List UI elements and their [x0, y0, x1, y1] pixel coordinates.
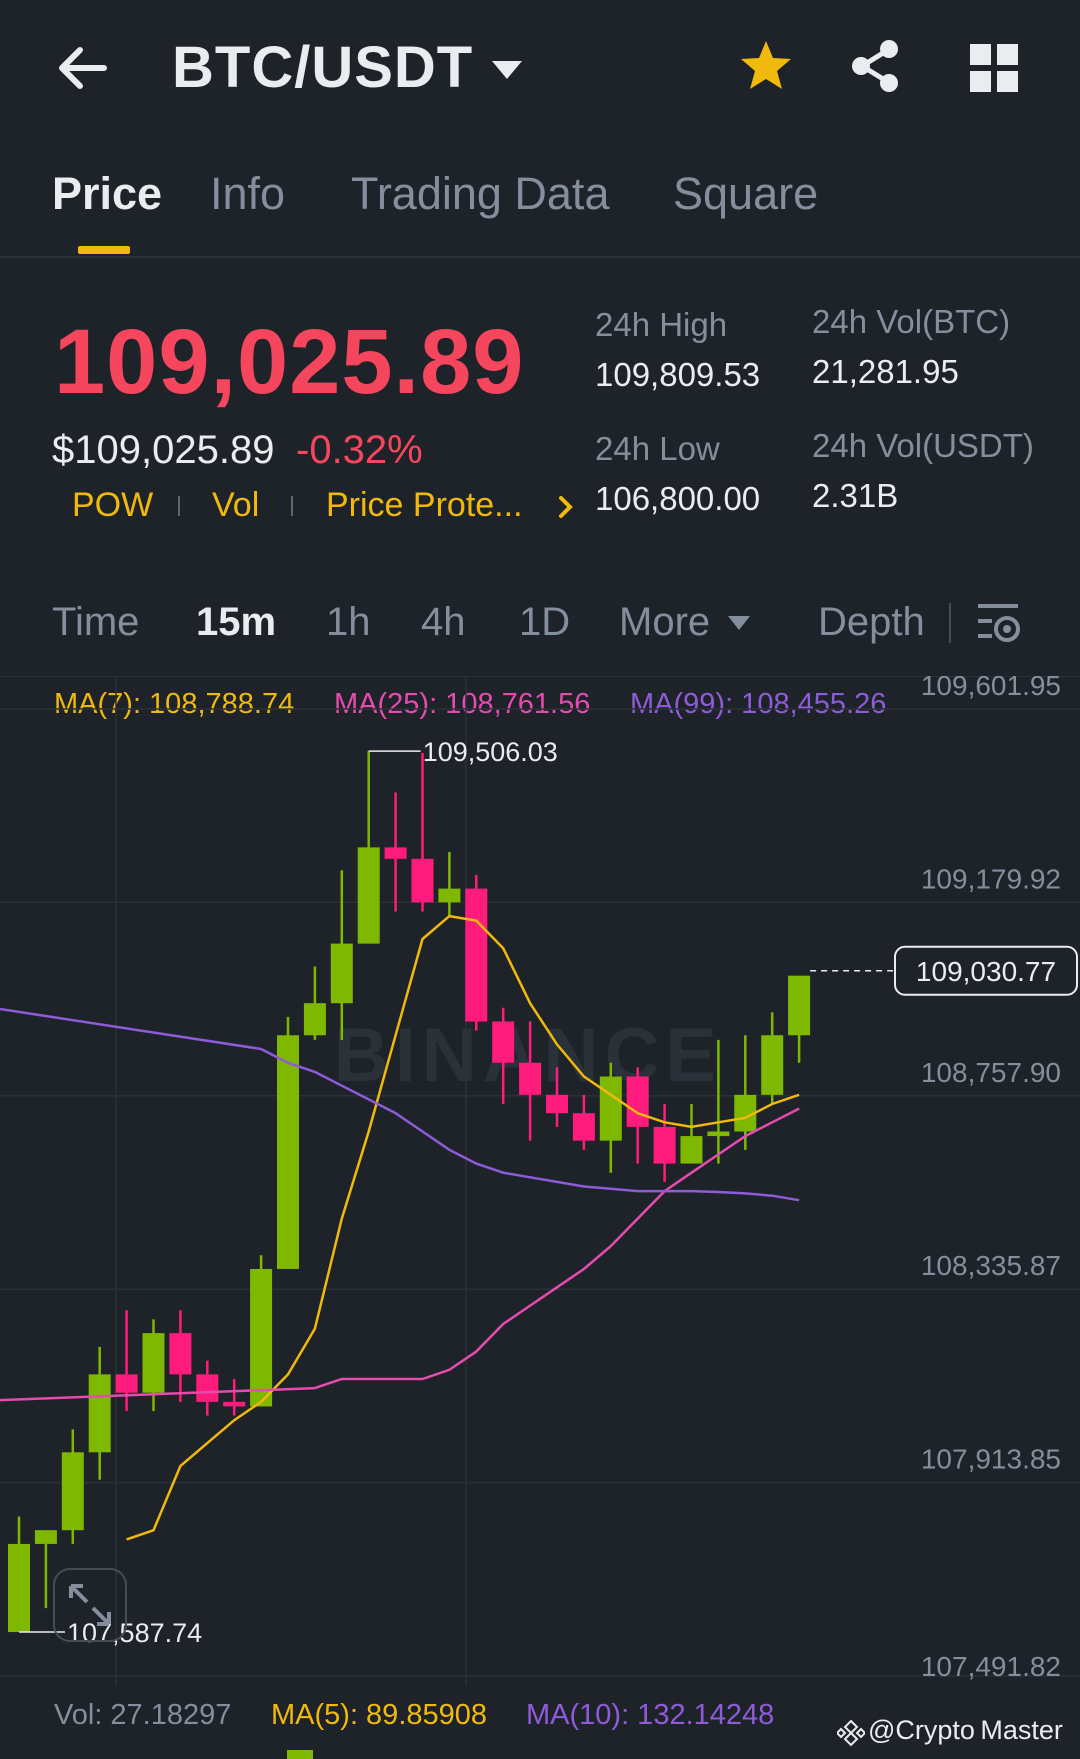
vol-usdt-label: 24h Vol(USDT) [812, 427, 1034, 464]
current-price-label: 109,030.77 [916, 956, 1056, 987]
candle-body [411, 858, 434, 903]
candle-body [788, 975, 811, 1036]
y-tick-label: 108,335.87 [921, 1250, 1061, 1281]
candle-body [250, 1268, 273, 1407]
interval-4h[interactable]: 4h [421, 600, 466, 645]
star-icon[interactable] [738, 38, 794, 94]
volume-ma10-legend: MA(10): 132.14248 [526, 1699, 775, 1731]
candle-body [115, 1374, 138, 1393]
y-tick-label: 107,913.85 [921, 1444, 1061, 1475]
active-tab-indicator [78, 246, 130, 254]
candle-body [357, 847, 380, 944]
interval-15m[interactable]: 15m [196, 600, 276, 645]
author-watermark: @Crypto Master [868, 1715, 1063, 1745]
candlestick-chart[interactable]: BINANCE 109,601.95109,179.92108,757.9010… [0, 676, 1080, 1686]
interval-1h[interactable]: 1h [326, 600, 371, 645]
tab-info[interactable]: Info [210, 168, 285, 220]
pair-title[interactable]: BTC/USDT [172, 34, 473, 101]
candle-body [707, 1131, 730, 1137]
candle-body [8, 1543, 30, 1633]
tab-depth[interactable]: Depth [818, 600, 925, 645]
tag-price-protection[interactable]: Price Prote... [326, 486, 523, 525]
candle-body [223, 1401, 246, 1407]
y-tick-label: 108,757.90 [921, 1057, 1061, 1088]
candle-body [142, 1333, 165, 1393]
candle-body [303, 1003, 326, 1036]
binance-logo-icon [837, 1719, 865, 1747]
candle-body [438, 888, 461, 903]
caret-down-icon[interactable] [726, 614, 752, 632]
candle-body [169, 1333, 192, 1375]
tag-vol[interactable]: Vol [212, 486, 259, 525]
caret-down-icon[interactable] [490, 58, 524, 82]
candle-body [277, 1035, 299, 1269]
candle-body [492, 1021, 515, 1063]
candle-body [465, 888, 488, 1022]
vol-btc-value: 21,281.95 [812, 353, 959, 390]
candle-body [572, 1113, 595, 1141]
candle-body [653, 1126, 676, 1164]
tab-square[interactable]: Square [673, 168, 818, 220]
candle-body [680, 1136, 703, 1164]
candle-body [330, 943, 353, 1004]
usd-price: $109,025.89 [52, 428, 275, 472]
candle-body [196, 1374, 219, 1402]
candle-body [88, 1374, 111, 1453]
back-arrow-icon[interactable] [52, 38, 112, 98]
tab-price[interactable]: Price [52, 168, 162, 220]
chevron-right-icon[interactable] [555, 492, 577, 522]
share-icon[interactable] [848, 38, 904, 94]
tag-pow[interactable]: POW [72, 486, 153, 525]
volume-ma5-legend: MA(5): 89.85908 [271, 1699, 488, 1731]
divider [949, 603, 951, 643]
ma7-line [126, 914, 800, 1541]
tag-separator [178, 496, 180, 516]
high-value: 109,809.53 [595, 356, 761, 393]
grid-icon[interactable] [970, 44, 1018, 92]
price-change-percent: -0.32% [296, 428, 423, 472]
volume-bar [287, 1750, 313, 1759]
candle-body [626, 1076, 649, 1127]
candle-body [34, 1530, 57, 1544]
ma99-line-extension [0, 1007, 262, 1051]
last-price: 109,025.89 [54, 311, 525, 413]
candle-body [61, 1452, 84, 1531]
candle-body [599, 1076, 622, 1141]
low-label: 24h Low [595, 430, 720, 467]
volume-legend: Vol: 27.18297 [54, 1699, 232, 1731]
candle-body [761, 1035, 784, 1095]
low-value: 106,800.00 [595, 480, 761, 517]
divider [0, 256, 1080, 258]
y-tick-label: 107,491.82 [921, 1651, 1061, 1682]
candle-body [384, 847, 407, 859]
high-label: 24h High [595, 306, 728, 343]
interval-time[interactable]: Time [52, 600, 139, 645]
interval-1d[interactable]: 1D [519, 600, 570, 645]
tab-trading-data[interactable]: Trading Data [351, 168, 609, 220]
chart-settings-icon[interactable] [976, 600, 1022, 646]
ma25-line [314, 1107, 800, 1390]
interval-more[interactable]: More [619, 600, 710, 645]
y-tick-label: 109,179.92 [921, 863, 1061, 894]
vol-btc-label: 24h Vol(BTC) [812, 303, 1011, 340]
candle-body [546, 1094, 568, 1114]
high-marker-label: 109,506.03 [423, 737, 558, 767]
tag-separator [291, 496, 293, 516]
top-bar: BTC/USDT [0, 0, 1080, 140]
expand-icon[interactable] [53, 1568, 127, 1642]
y-tick-label: 109,601.95 [921, 676, 1061, 701]
vol-usdt-value: 2.31B [812, 477, 899, 514]
candle-body [519, 1062, 542, 1095]
